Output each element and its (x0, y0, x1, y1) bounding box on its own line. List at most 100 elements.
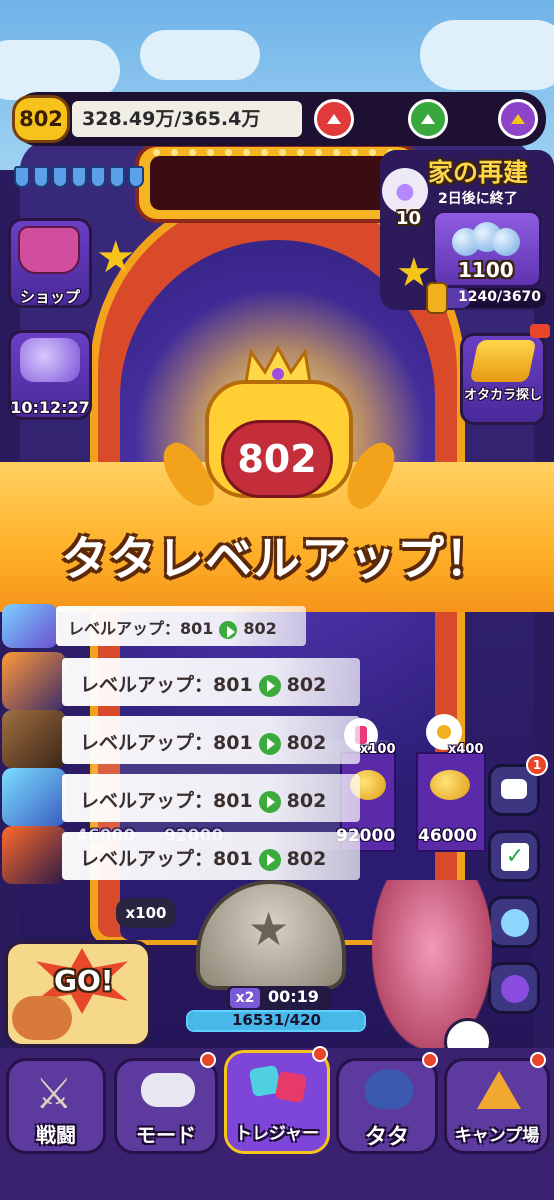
cat-mask-icon (501, 975, 529, 1003)
nav-tata[interactable]: タタ (336, 1058, 438, 1154)
notification-dot (200, 1052, 216, 1068)
light-bulb (279, 149, 286, 156)
player-level-badge[interactable]: 802 (12, 95, 70, 143)
tent-icon (477, 1071, 521, 1109)
notification-new-level: 802 (286, 674, 327, 696)
level-up-title: タタレベルアップ！ (61, 532, 493, 587)
notification-new-level: 802 (286, 848, 327, 870)
shield-icon (33, 166, 49, 188)
arrow-right-icon (258, 674, 281, 697)
light-bulb (369, 149, 376, 156)
star-icon: ★ (96, 232, 136, 283)
shop-label: ショップ (19, 288, 80, 306)
notification-new-level: 802 (243, 619, 277, 638)
light-bulb (351, 149, 358, 156)
light-bulb (261, 149, 268, 156)
arrow-right-icon (258, 732, 281, 755)
light-bulb (153, 149, 160, 156)
event-progress-text: 1240/3670 (458, 289, 542, 305)
friends-button[interactable] (488, 896, 540, 948)
light-bulb (171, 149, 178, 156)
nav-camp[interactable]: キャンプ場 (444, 1058, 550, 1154)
character-portrait (2, 652, 66, 710)
cat-face-icon (365, 1069, 413, 1109)
basket-icon (18, 226, 80, 274)
ball-timer: 00:19 (268, 987, 319, 1006)
light-bulb (189, 149, 196, 156)
nav-battle[interactable]: ⚔ 戦闘 (6, 1058, 106, 1154)
character-portrait (2, 768, 66, 826)
notification-dot (530, 1052, 546, 1068)
event-subtitle: 2日後に終了 (438, 191, 518, 207)
profile-button[interactable] (488, 962, 540, 1014)
gold-bar-icon (469, 340, 537, 382)
shield-icon (14, 166, 30, 188)
light-bulb (207, 149, 214, 156)
character-portrait (2, 826, 66, 884)
nav-label: トレジャー (234, 1124, 320, 1144)
cloud (140, 30, 260, 80)
arrow-right-icon (219, 620, 238, 639)
notification-row: レベルアップ：801 802 (62, 774, 360, 822)
notification-dot (422, 1052, 438, 1068)
offer-timer: 10:12:27 (10, 398, 90, 417)
light-bulb (297, 149, 304, 156)
defense-upgrade-button[interactable] (408, 99, 448, 139)
nav-treasure[interactable]: トレジャー (224, 1050, 330, 1154)
event-reward-value: 1100 (458, 258, 514, 282)
up-arrow-icon (421, 114, 435, 124)
nav-label: 戦闘 (36, 1123, 76, 1147)
candy-icon (430, 770, 470, 800)
gamepad-icon (141, 1073, 195, 1107)
event-title: 家の再建 (428, 158, 529, 187)
checklist-icon: ✓ (501, 843, 529, 871)
up-arrow-icon (511, 114, 525, 124)
slot3-multiplier: x100 (360, 742, 396, 757)
light-bulb (333, 149, 340, 156)
notification-row: レベルアップ：801 802 (62, 658, 360, 706)
new-badge-icon (530, 324, 550, 338)
notification-new-level: 802 (286, 790, 327, 812)
chat-badge: 1 (526, 754, 548, 776)
missions-button[interactable]: ✓ (488, 830, 540, 882)
treasure-block-icon (274, 1070, 308, 1104)
hamster-icon (12, 996, 72, 1040)
arrow-right-icon (258, 790, 281, 813)
shield-icon (71, 166, 87, 188)
notification-text: レベルアップ：801 (80, 732, 253, 754)
notification-row: レベルアップ：801 802 (56, 606, 306, 646)
ball-counter: 16531/420 (232, 1011, 321, 1029)
shield-icon (90, 166, 106, 188)
treasure-hunt-label: オタカラ探し (463, 388, 542, 403)
slot4-multiplier: x400 (448, 742, 484, 757)
light-bulb (225, 149, 232, 156)
slot4-value: 46000 (418, 826, 478, 846)
chat-icon (501, 779, 527, 799)
up-arrow-icon (327, 114, 341, 124)
star-icon: ★ (248, 902, 290, 956)
light-bulb (243, 149, 250, 156)
light-bulb (315, 149, 322, 156)
ball-multiplier: x2 (230, 988, 260, 1008)
plunger-multiplier[interactable]: x100 (116, 898, 176, 928)
shield-icon (52, 166, 68, 188)
notification-new-level: 802 (286, 732, 327, 754)
level-upgrade-button[interactable] (498, 99, 538, 139)
shield-row (14, 166, 144, 188)
attack-upgrade-button[interactable] (314, 99, 354, 139)
notification-row: レベルアップ：801 802 (62, 832, 360, 880)
cloud (0, 40, 120, 100)
notification-dot (312, 1046, 328, 1062)
marquee-screen (150, 156, 405, 210)
nav-label: タタ (364, 1125, 409, 1150)
nav-label: キャンプ場 (454, 1126, 540, 1146)
notification-text: レベルアップ：801 (80, 674, 253, 696)
nav-mode[interactable]: モード (114, 1058, 218, 1154)
notification-row: レベルアップ：801 802 (62, 716, 360, 764)
paw-count: 10 (396, 208, 422, 229)
notification-text: レベルアップ：801 (80, 790, 253, 812)
gem-pack-icon (20, 338, 80, 382)
exp-text: 328.49万/365.4万 (82, 108, 261, 130)
arrow-right-icon (258, 848, 281, 871)
new-level-display: 802 (221, 420, 333, 498)
